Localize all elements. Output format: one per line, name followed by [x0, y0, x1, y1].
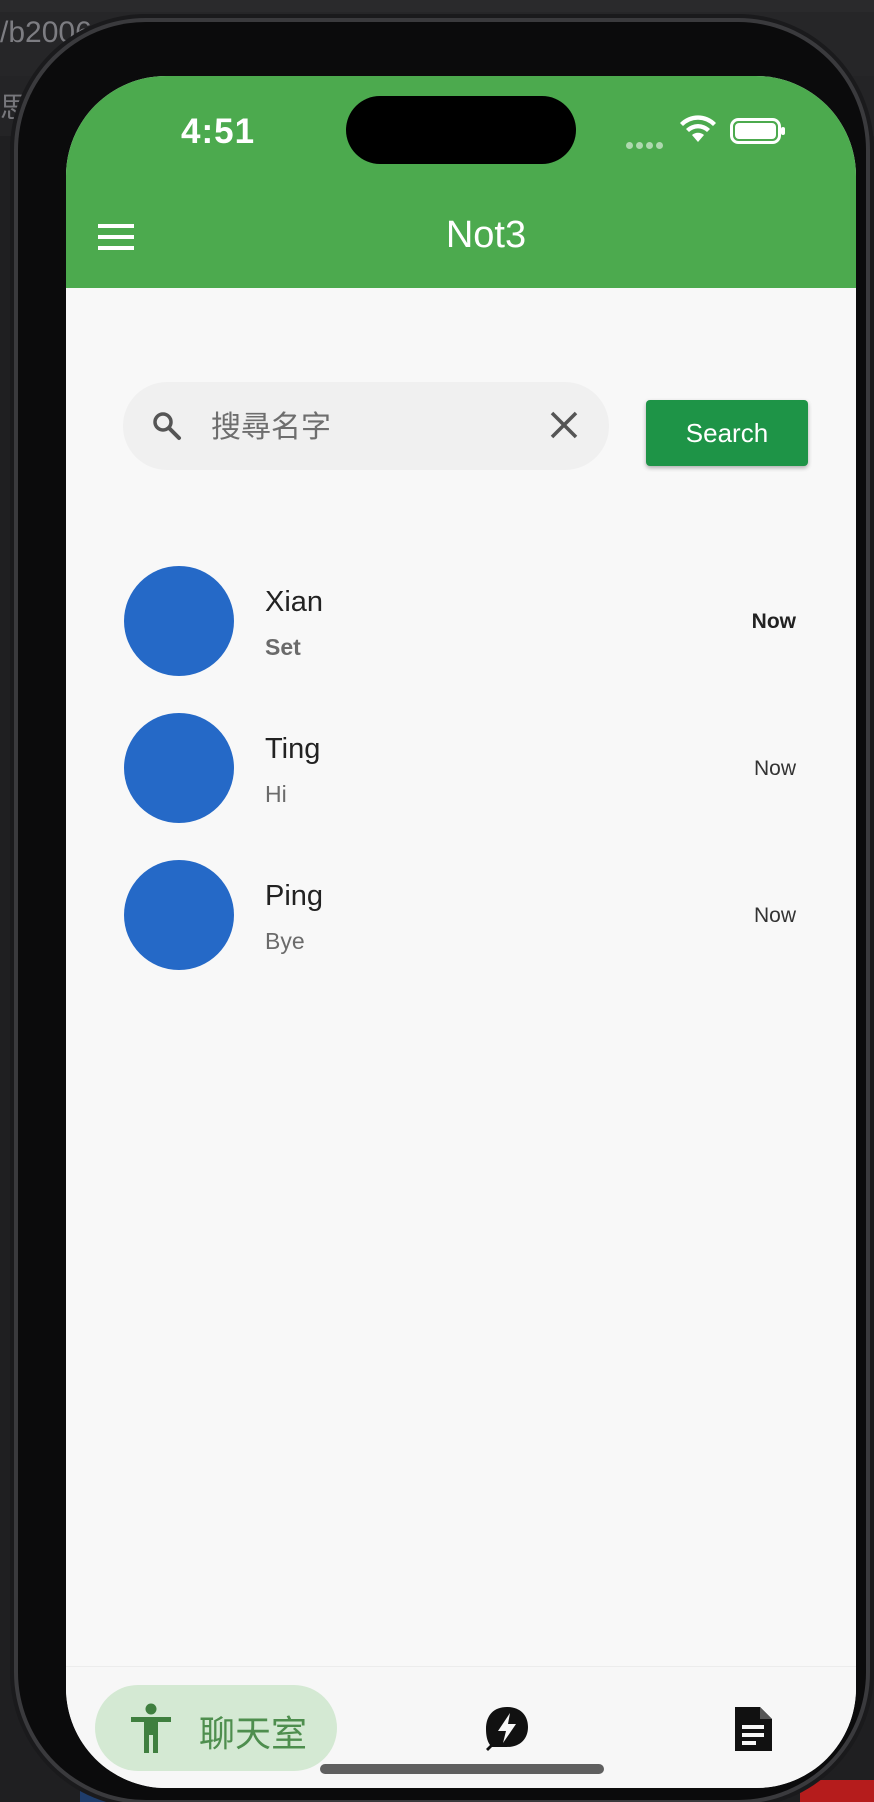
search-box[interactable]: [123, 382, 609, 470]
search-icon: [153, 412, 181, 440]
chat-name: Ting: [265, 733, 321, 765]
avatar: [124, 566, 234, 676]
accessibility-icon: [131, 1703, 171, 1753]
status-time: 4:51: [181, 112, 256, 151]
chat-time: Now: [753, 904, 796, 927]
search-input[interactable]: [209, 402, 543, 452]
wifi-icon: [680, 115, 716, 142]
chat-list-item[interactable]: Ping Bye Now: [66, 842, 856, 972]
dynamic-island: [346, 96, 576, 164]
avatar: [124, 713, 234, 823]
phone-frame: 4:51 Not3 搜尋名字 Search Xian Set Now Ting …: [18, 22, 866, 1800]
chat-time: Now: [751, 610, 796, 633]
nav-item-chat-room[interactable]: 聊天室: [95, 1685, 337, 1771]
chat-last-message: Set: [265, 634, 301, 660]
chat-last-message: Hi: [265, 781, 287, 807]
home-indicator[interactable]: [320, 1764, 604, 1774]
signal-icon: [626, 136, 666, 154]
search-button[interactable]: Search: [646, 400, 808, 466]
chat-list-item[interactable]: Xian Set Now: [66, 548, 856, 678]
chat-name: Ping: [265, 880, 324, 912]
nav-chat-room-label: 聊天室: [199, 1714, 308, 1755]
bolt-icon[interactable]: [484, 1705, 530, 1753]
phone-screen: 4:51 Not3 搜尋名字 Search Xian Set Now Ting …: [66, 76, 856, 1788]
chat-list-item[interactable]: Ting Hi Now: [66, 695, 856, 825]
close-icon[interactable]: [549, 410, 579, 440]
background-top-bar: [0, 0, 874, 12]
app-header: 4:51 Not3: [66, 76, 856, 288]
chat-name: Xian: [265, 586, 324, 618]
chat-last-message: Bye: [265, 928, 305, 954]
chat-time: Now: [753, 757, 796, 780]
avatar: [124, 860, 234, 970]
document-icon[interactable]: [732, 1705, 774, 1753]
battery-icon: [730, 118, 785, 144]
app-title: Not3: [445, 214, 527, 256]
